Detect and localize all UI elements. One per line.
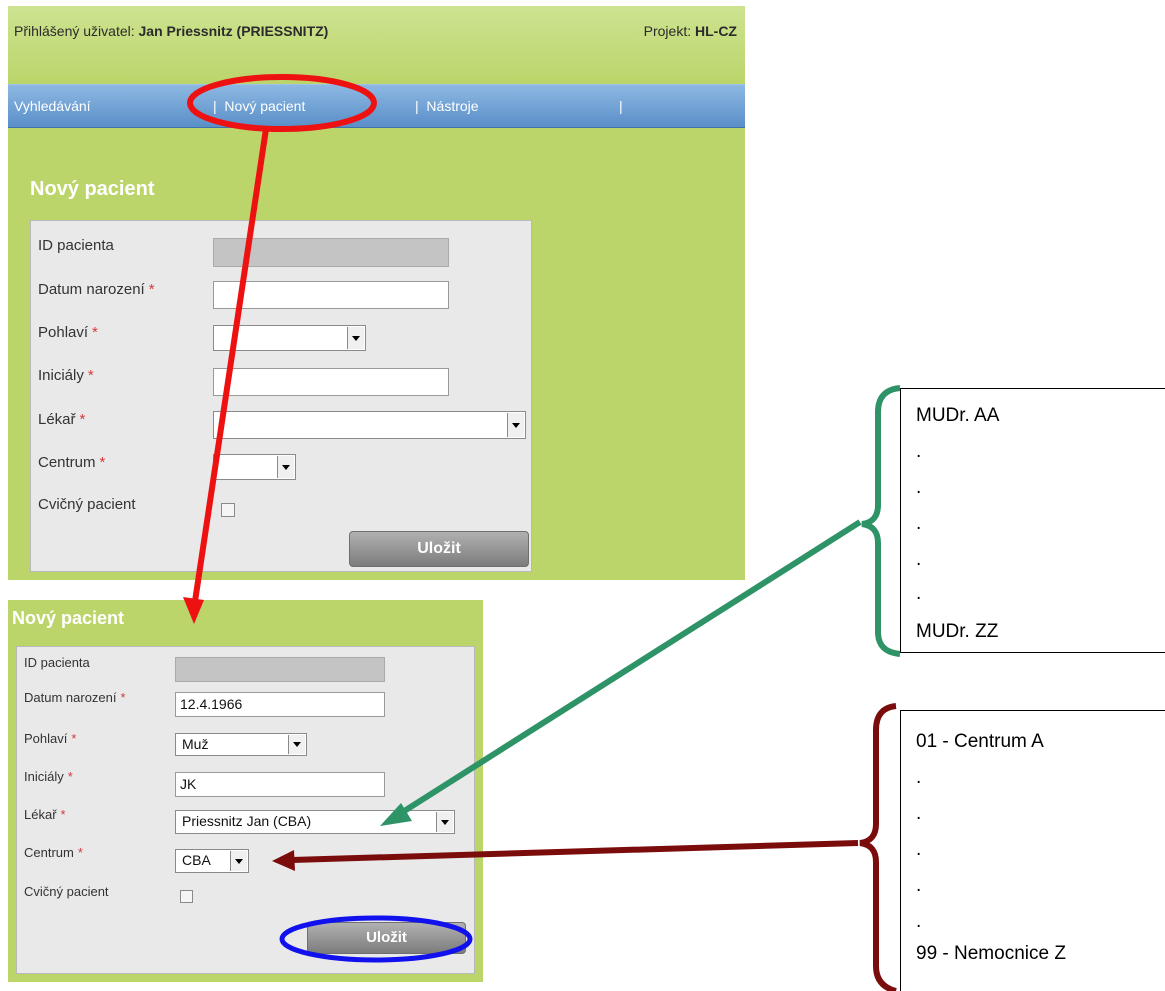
project-indicator: Projekt: HL-CZ [644,23,737,39]
list-item: . [916,477,922,498]
patient-id-field [175,657,385,682]
dob-label: Datum narození * [38,281,155,298]
top-screenshot: Přihlášený uživatel: Jan Priessnitz (PRI… [8,6,745,580]
list-item: 99 - Nemocnice Z [916,943,1066,964]
center-select[interactable] [213,454,296,480]
patient-id-field [213,238,449,267]
green-brace [861,385,901,657]
list-item: . [916,583,922,604]
center-label: Centrum * [24,845,83,860]
sex-select[interactable]: Muž [175,733,307,756]
sex-label: Pohlaví * [38,324,98,341]
initials-label: Iniciály * [38,367,94,384]
center-select[interactable]: CBA [175,849,249,873]
practice-patient-label: Cvičný pacient [38,496,136,513]
center-list-top-rule [900,710,1165,711]
list-item: . [916,875,922,896]
darkred-brace [859,703,897,991]
nav-new-patient[interactable]: | Nový pacient [213,98,305,114]
dob-label: Datum narození * [24,690,126,705]
save-button[interactable]: Uložit [349,531,529,567]
doctor-label: Lékař * [38,411,86,428]
user-label: Přihlášený uživatel: [14,23,135,39]
dob-input[interactable]: 12.4.1966 [175,692,385,717]
bottom-screenshot: Nový pacient ID pacienta Datum narození *… [8,600,483,982]
nav-separator: | [619,98,623,114]
doctor-value: Priessnitz Jan (CBA) [182,813,312,829]
list-item: MUDr. AA [916,405,1000,426]
new-patient-form-filled: ID pacienta Datum narození * 12.4.1966 Po… [16,646,475,974]
sex-value: Muž [182,736,209,752]
list-item: . [916,549,922,570]
practice-patient-checkbox[interactable] [221,503,235,517]
initials-input[interactable] [213,368,449,396]
logged-user: Přihlášený uživatel: Jan Priessnitz (PRI… [14,23,328,39]
initials-label: Iniciály * [24,769,73,784]
initials-input[interactable]: JK [175,772,385,797]
list-item: 01 - Centrum A [916,731,1044,752]
sex-select[interactable] [213,325,366,351]
doctor-list-bottom-rule [900,652,1165,653]
nav-search[interactable]: Vyhledávání [14,98,91,114]
user-name: Jan Priessnitz (PRIESSNITZ) [138,23,329,39]
list-item: . [916,513,922,534]
list-item: . [916,839,922,860]
doctor-select[interactable]: Priessnitz Jan (CBA) [175,810,455,834]
center-value: CBA [182,852,211,868]
doctor-list-left-rule [900,388,901,652]
new-patient-form: ID pacienta Datum narození * Pohlaví * Ini… [30,220,532,572]
project-name: HL-CZ [695,23,737,39]
app-header: Přihlášený uživatel: Jan Priessnitz (PRI… [8,6,745,82]
list-item: . [916,767,922,788]
chevron-down-icon [288,735,305,754]
chevron-down-icon [347,327,364,349]
practice-patient-label: Cvičný pacient [24,884,109,899]
save-button[interactable]: Uložit [307,922,466,954]
list-item: MUDr. ZZ [916,621,999,642]
page-title: Nový pacient [12,608,125,628]
doctor-label: Lékař * [24,807,66,822]
center-list-left-rule [900,710,901,991]
main-nav: Vyhledávání | Nový pacient | Nástroje | [8,84,745,128]
center-option-list: 01 - Centrum A . . . . . 99 - Nemocnice … [916,731,1156,981]
practice-patient-checkbox[interactable] [180,890,193,903]
page-title: Nový pacient [30,178,155,200]
chevron-down-icon [507,413,524,437]
chevron-down-icon [277,456,294,478]
doctor-select[interactable] [213,411,526,439]
list-item: . [916,803,922,824]
patient-id-label: ID pacienta [24,655,90,670]
chevron-down-icon [436,812,453,832]
dob-input[interactable] [213,281,449,309]
doctor-list-top-rule [900,388,1165,389]
patient-id-label: ID pacienta [38,237,114,254]
doctor-option-list: MUDr. AA . . . . . MUDr. ZZ [916,405,1156,645]
list-item: . [916,911,922,932]
sex-label: Pohlaví * [24,731,77,746]
list-item: . [916,441,922,462]
nav-tools[interactable]: | Nástroje [415,98,479,114]
project-label: Projekt: [643,23,692,39]
center-label: Centrum * [38,454,106,471]
chevron-down-icon [230,851,247,871]
